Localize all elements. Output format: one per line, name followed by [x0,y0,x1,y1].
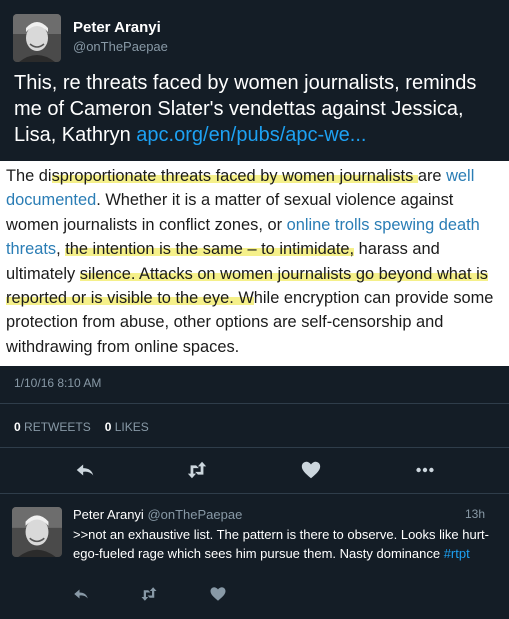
avatar-photo [13,14,61,62]
tweet-text: This, re threats faced by women journali… [14,70,504,148]
author-handle[interactable]: @onThePaepae [73,39,168,54]
tweet-link[interactable]: apc.org/en/pubs/apc-we... [136,124,366,146]
embedded-article-text: The disproportionate threats faced by wo… [6,164,506,359]
reply-body: >>not an exhaustive list. The pattern is… [73,527,489,561]
author-name[interactable]: Peter Aranyi [73,507,144,522]
more-icon[interactable] [414,459,436,481]
retweets-label: RETWEETS [24,420,91,434]
reply-icon[interactable] [74,459,96,481]
divider [0,403,509,404]
likes-stat[interactable]: 0 LIKES [105,420,149,434]
heart-icon[interactable] [209,585,227,603]
reply-text: >>not an exhaustive list. The pattern is… [73,526,498,563]
avatar[interactable] [12,507,62,557]
reply-time[interactable]: 13h [465,507,485,521]
heart-icon[interactable] [300,459,322,481]
embed-highlight: the intention is the same – to intimidat… [65,240,355,259]
author-name[interactable]: Peter Aranyi [73,19,161,36]
reply-tweet[interactable]: Peter Aranyi @onThePaepae 13h >>not an e… [0,494,509,619]
embed-seg: are [417,167,442,185]
embed-seg: , [56,240,66,259]
reply-header: Peter Aranyi @onThePaepae 13h [73,507,498,522]
embed-seg: The di [6,167,52,185]
author-handle[interactable]: @onThePaepae [147,507,242,522]
likes-label: LIKES [114,420,149,434]
likes-count: 0 [104,420,112,434]
retweets-count: 0 [14,420,21,434]
retweet-icon[interactable] [186,459,208,481]
divider [0,447,509,448]
retweets-stat[interactable]: 0 RETWEETS [14,420,91,434]
embed-highlight: sproportionate threats faced by women jo… [51,167,418,185]
hashtag-link[interactable]: #rtpt [444,546,470,561]
avatar-photo [12,507,62,557]
embedded-image[interactable]: The disproportionate threats faced by wo… [0,161,509,366]
tweet-stats: 0 RETWEETS 0 LIKES [14,420,149,434]
tweet-timestamp[interactable]: 1/10/16 8:10 AM [14,376,101,390]
retweet-icon[interactable] [140,585,158,603]
avatar[interactable] [13,14,61,62]
reply-icon[interactable] [72,585,90,603]
